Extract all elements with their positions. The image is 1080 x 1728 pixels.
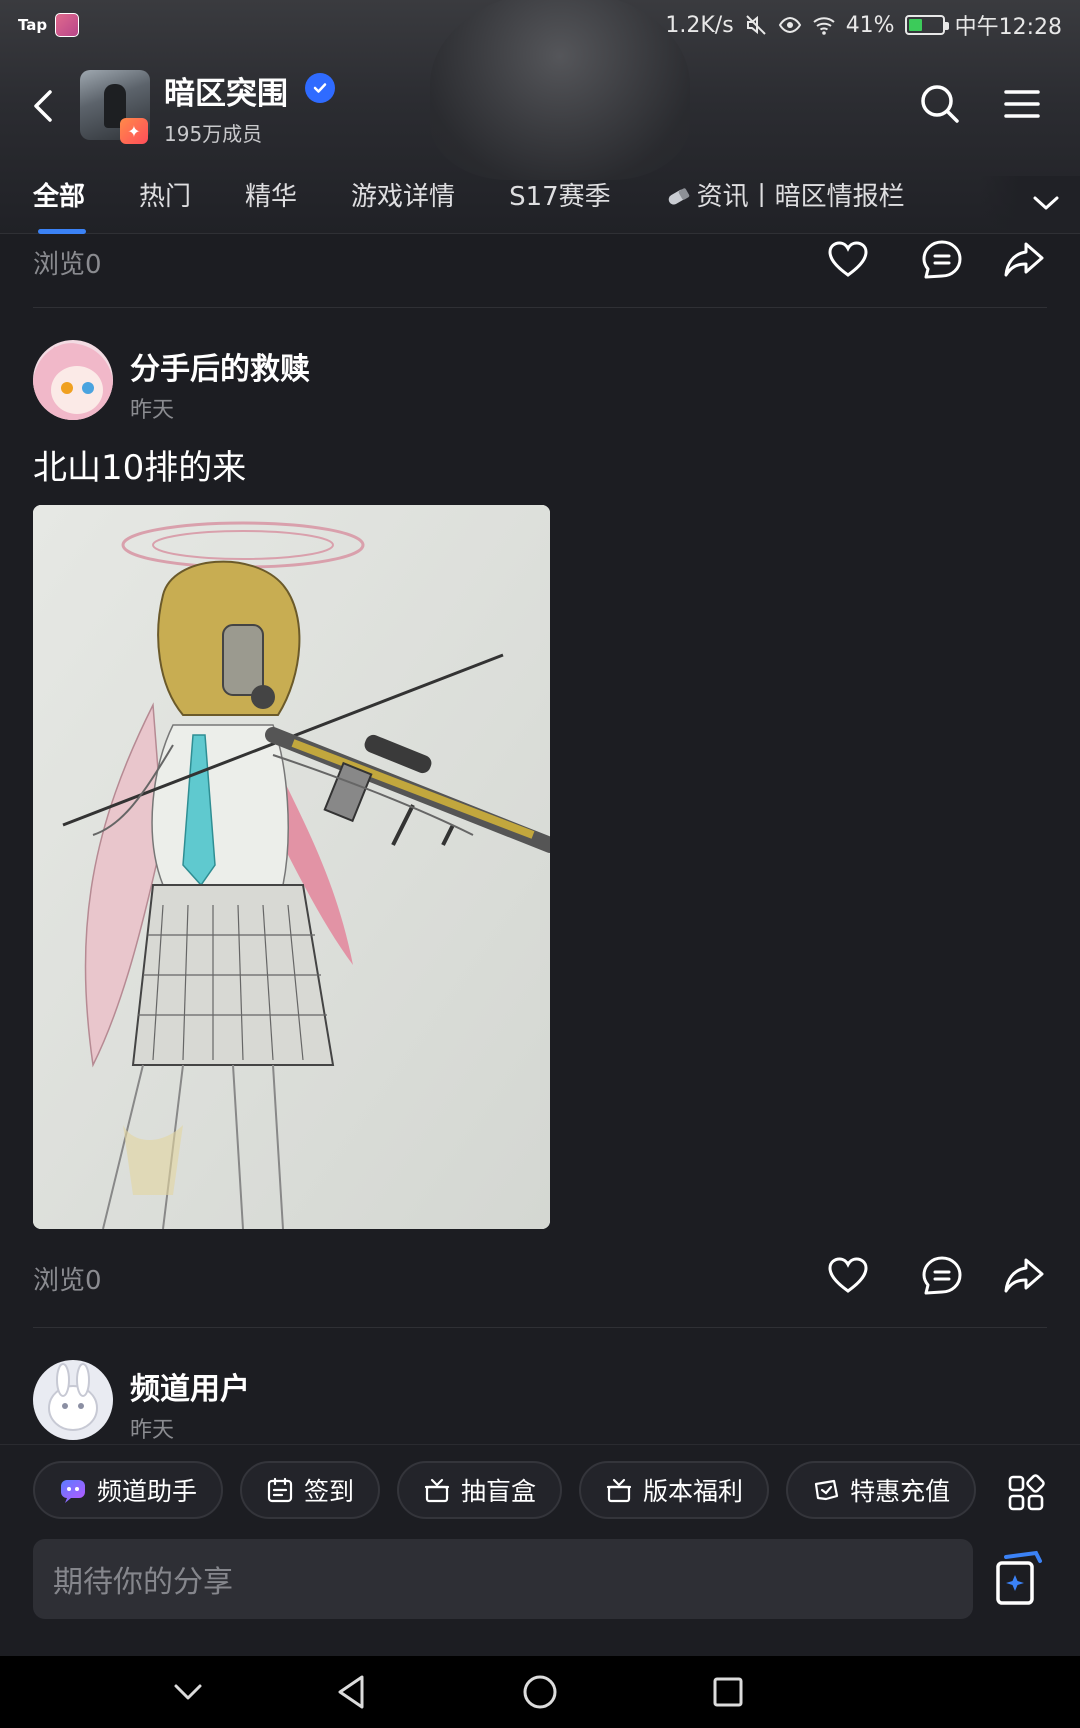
mute-icon (745, 15, 766, 35)
tab-season[interactable]: S17赛季 (509, 176, 611, 234)
post-divider (33, 307, 1047, 308)
chevron-down-icon (1033, 196, 1059, 210)
tap-logo: Tap (18, 16, 48, 34)
view-count: 浏览0 (33, 1266, 102, 1296)
post-time: 昨天 (130, 398, 175, 423)
chip-label: 抽盲盒 (461, 1477, 537, 1506)
nav-recents-icon[interactable] (708, 1672, 748, 1712)
menu-icon[interactable] (1002, 84, 1042, 124)
verified-badge-icon (305, 73, 335, 103)
gift-icon (606, 1478, 632, 1503)
like-heart-icon[interactable] (826, 238, 870, 282)
hide-keyboard-chevron-icon[interactable] (168, 1672, 208, 1712)
like-heart-icon[interactable] (826, 1254, 870, 1298)
status-bar: Tap 1.2K/s 41% 中午12:28 (0, 0, 1080, 50)
game-badge-icon: ✦ (120, 118, 148, 144)
chip-recharge[interactable]: 特惠充值 (786, 1461, 977, 1519)
screen: Tap 1.2K/s 41% 中午12:28 ✦ 暗区突围 195万成员 全部 … (0, 0, 1080, 1728)
tab-all[interactable]: 全部 (33, 176, 87, 234)
nav-home-icon[interactable] (520, 1672, 560, 1712)
prev-post-actions: 浏览0 (0, 234, 1080, 304)
channel-name[interactable]: 暗区突围 (164, 68, 288, 113)
bottom-action-bar: 频道助手 签到 抽盲盒 版本福利 特惠充值 期待你的分享 (0, 1444, 1080, 1656)
gift-box-icon (424, 1478, 450, 1503)
post-text[interactable]: 北山10排的来 (33, 440, 246, 489)
battery-icon (904, 15, 949, 35)
author-avatar[interactable] (33, 340, 113, 420)
channel-tabs: 全部 热门 精华 游戏详情 S17赛季 资讯丨暗区情报栏 (0, 176, 1080, 234)
eye-comfort-icon (778, 16, 801, 34)
apps-grid-icon[interactable] (1006, 1473, 1046, 1513)
share-icon[interactable] (1002, 1254, 1046, 1298)
post-actions: 浏览0 (0, 1250, 1080, 1320)
channel-header: Tap 1.2K/s 41% 中午12:28 ✦ 暗区突围 195万成员 全部 … (0, 0, 1080, 234)
author-avatar[interactable] (33, 1360, 113, 1440)
view-count: 浏览0 (33, 250, 102, 280)
battery-percent: 41% (845, 12, 895, 38)
share-icon[interactable] (1002, 238, 1046, 282)
post-feed[interactable]: 浏览0 分手后的救赎 昨天 北山10排的来 浏览0 频道用户 昨天 (0, 234, 1080, 1444)
post-divider (33, 1327, 1047, 1328)
app-notification-icon (55, 13, 80, 37)
chip-label: 版本福利 (643, 1477, 744, 1506)
tab-game-details[interactable]: 游戏详情 (351, 176, 455, 234)
comment-icon[interactable] (920, 1254, 964, 1298)
back-arrow-icon[interactable] (26, 86, 62, 126)
post-time: 昨天 (130, 1418, 175, 1443)
composer-placeholder: 期待你的分享 (53, 1565, 233, 1600)
comment-icon[interactable] (920, 238, 964, 282)
wifi-icon (813, 17, 835, 35)
create-post-icon[interactable] (992, 1549, 1046, 1609)
chip-label: 签到 (304, 1477, 355, 1506)
member-count: 195万成员 (164, 122, 263, 146)
bullet-icon (668, 188, 689, 205)
tab-news[interactable]: 资讯丨暗区情报栏 (665, 176, 905, 234)
tab-featured[interactable]: 精华 (245, 176, 297, 234)
chip-label: 频道助手 (97, 1477, 198, 1506)
calendar-icon (267, 1477, 293, 1503)
assistant-icon (61, 1480, 85, 1503)
nav-back-icon[interactable] (332, 1672, 372, 1712)
network-speed: 1.2K/s (665, 12, 734, 38)
chip-blind-box[interactable]: 抽盲盒 (397, 1461, 563, 1519)
chip-label: 特惠充值 (850, 1477, 951, 1506)
author-name[interactable]: 频道用户 (130, 1364, 250, 1408)
search-icon[interactable] (918, 82, 962, 126)
system-navigation-bar (0, 1656, 1080, 1728)
quick-action-chips[interactable]: 频道助手 签到 抽盲盒 版本福利 特惠充值 (33, 1461, 983, 1521)
post-image[interactable] (33, 505, 550, 1229)
author-name[interactable]: 分手后的救赎 (130, 344, 310, 388)
sketch-drawing (33, 505, 550, 1229)
tabs-expand-button[interactable] (980, 176, 1080, 230)
post-composer-input[interactable]: 期待你的分享 (33, 1539, 973, 1619)
tab-hot[interactable]: 热门 (139, 176, 191, 234)
chip-channel-assistant[interactable]: 频道助手 (33, 1461, 224, 1519)
chip-check-in[interactable]: 签到 (240, 1461, 381, 1519)
clock: 中午12:28 (954, 15, 1062, 40)
tab-news-label: 资讯丨暗区情报栏 (696, 182, 905, 212)
gamepad-icon (814, 1479, 839, 1501)
channel-topbar: ✦ 暗区突围 195万成员 (0, 66, 1080, 146)
chip-version-benefits[interactable]: 版本福利 (579, 1461, 770, 1519)
